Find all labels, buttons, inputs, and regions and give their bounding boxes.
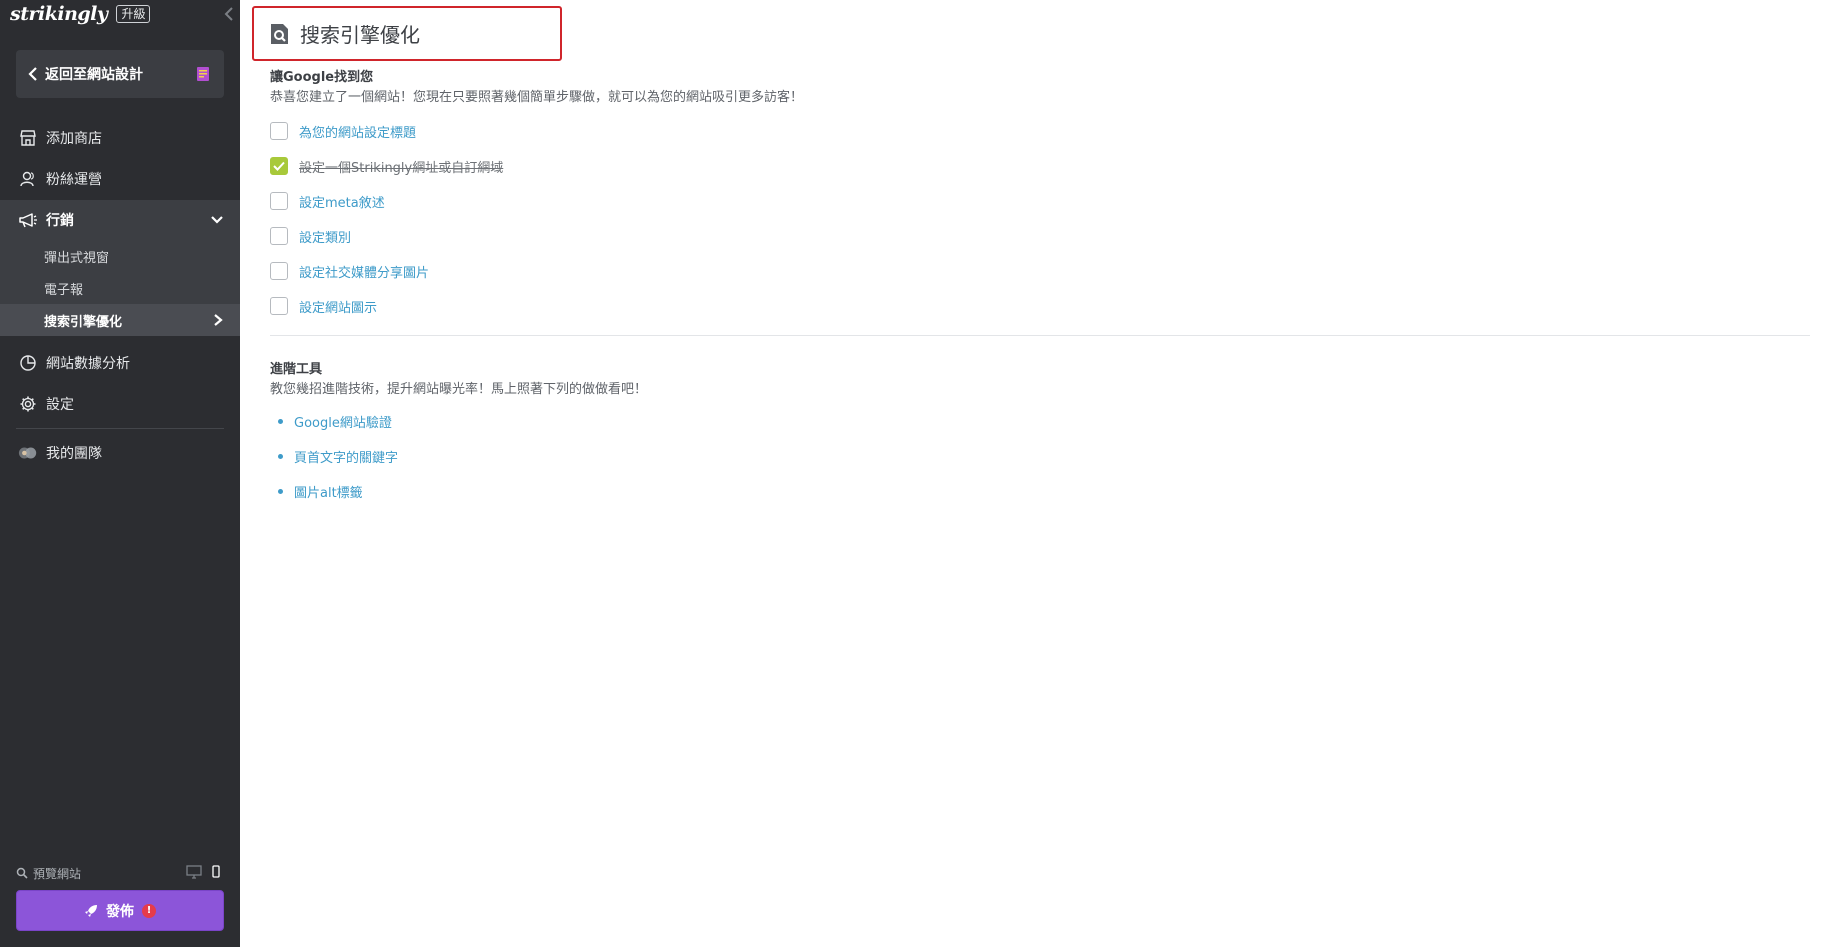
sidebar-item-label: 網站數據分析 — [46, 356, 130, 372]
checkmark-icon — [273, 161, 285, 171]
sidebar-subitem-newsletter[interactable]: 電子報 — [0, 272, 240, 304]
sidebar-divider — [16, 428, 224, 429]
sidebar-item-team[interactable]: 我的團隊 — [0, 433, 240, 473]
sidebar-item-label: 粉絲運營 — [46, 172, 102, 188]
checkbox[interactable] — [270, 262, 288, 280]
sidebar-item-store[interactable]: 添加商店 — [0, 118, 240, 158]
sidebar-subitem-popup[interactable]: 彈出式視窗 — [0, 240, 240, 272]
chevron-left-icon — [28, 67, 37, 81]
sidebar-subitem-seo[interactable]: 搜索引擎優化 — [0, 304, 240, 336]
checkbox-checked[interactable] — [270, 157, 288, 175]
checklist-link[interactable]: 為您的網站設定標題 — [299, 122, 416, 141]
desktop-icon[interactable] — [186, 865, 202, 879]
checkbox[interactable] — [270, 192, 288, 210]
seo-section-desc: 恭喜您建立了一個網站！您現在只要照著幾個簡單步驟做，就可以為您的網站吸引更多訪客… — [270, 90, 804, 105]
preview-site[interactable]: 預覽網站 — [16, 864, 224, 882]
rocket-icon — [85, 904, 97, 917]
publish-button[interactable]: 發佈 ! — [16, 890, 224, 931]
pages-icon[interactable] — [196, 66, 210, 82]
sidebar-item-analytics[interactable]: 網站數據分析 — [0, 343, 240, 383]
advanced-link[interactable]: 圖片alt標籤 — [294, 482, 363, 501]
advanced-link[interactable]: 頁首文字的關鍵字 — [294, 447, 398, 466]
bullet-icon — [278, 418, 283, 424]
sidebar-subitem-label: 電子報 — [44, 282, 84, 298]
sidebar-item-label: 添加商店 — [46, 131, 102, 147]
strikingly-logo[interactable]: strikingly — [10, 3, 108, 25]
checkbox[interactable] — [270, 227, 288, 245]
bullet-icon — [278, 488, 283, 494]
advanced-link-item[interactable]: 頁首文字的關鍵字 — [278, 447, 398, 466]
checklist-label-done: 設定一個Strikingly網址或自訂網域 — [299, 160, 504, 176]
main-content: 搜索引擎優化 讓Google找到您 恭喜您建立了一個網站！您現在只要照著幾個簡單… — [240, 0, 1844, 947]
gear-icon — [18, 394, 38, 414]
pie-chart-icon — [18, 353, 38, 373]
checkbox[interactable] — [270, 122, 288, 140]
sidebar-subitem-label: 彈出式視窗 — [44, 250, 110, 266]
brand: strikingly 升級 — [10, 2, 151, 26]
publish-alert-icon: ! — [142, 903, 156, 918]
section-divider — [270, 335, 1810, 336]
upgrade-badge[interactable]: 升級 — [116, 5, 151, 23]
checklist-link[interactable]: 設定類別 — [299, 227, 351, 246]
checklist-item[interactable]: 設定類別 — [270, 226, 351, 246]
sidebar-item-fans[interactable]: 粉絲運營 — [0, 159, 240, 199]
search-page-icon — [271, 23, 288, 44]
sidebar-subitem-label: 搜索引擎優化 — [44, 314, 123, 330]
seo-section-title: 讓Google找到您 — [270, 70, 374, 85]
mobile-icon[interactable] — [212, 865, 220, 879]
megaphone-icon — [18, 210, 38, 230]
back-to-site-editor-button[interactable]: 返回至網站設計 — [16, 50, 224, 98]
sidebar-item-label: 我的團隊 — [46, 446, 102, 462]
search-icon — [16, 867, 28, 879]
checklist-item[interactable]: 設定meta敘述 — [270, 191, 385, 211]
publish-label: 發佈 — [106, 903, 134, 920]
back-button-label: 返回至網站設計 — [45, 67, 143, 83]
advanced-link-item[interactable]: Google網站驗證 — [278, 412, 392, 431]
preview-site-label: 預覽網站 — [33, 866, 82, 881]
sidebar-item-marketing[interactable]: 行銷 — [0, 200, 240, 240]
advanced-tools-desc: 教您幾招進階技術，提升網站曝光率！馬上照著下列的做做看吧！ — [270, 382, 648, 397]
checklist-item[interactable]: 設定網站圖示 — [270, 296, 377, 316]
checklist-link[interactable]: 設定社交媒體分享圖片 — [299, 262, 429, 281]
page-title: 搜索引擎優化 — [300, 23, 420, 47]
marketing-submenu: 彈出式視窗 電子報 搜索引擎優化 — [0, 240, 240, 336]
team-icon — [18, 443, 38, 463]
checklist-item[interactable]: 設定社交媒體分享圖片 — [270, 261, 429, 281]
checklist-link[interactable]: 設定meta敘述 — [299, 192, 385, 211]
advanced-link[interactable]: Google網站驗證 — [294, 412, 392, 431]
page-header: 搜索引擎優化 — [252, 6, 562, 61]
sidebar: strikingly 升級 返回至網站設計 添加商店 粉絲運營 行銷 彈出式視窗… — [0, 0, 240, 947]
advanced-tools-title: 進階工具 — [270, 362, 323, 377]
users-icon — [18, 169, 38, 189]
sidebar-item-settings[interactable]: 設定 — [0, 384, 240, 424]
store-icon — [18, 128, 38, 148]
checklist-item[interactable]: 為您的網站設定標題 — [270, 121, 416, 141]
chevron-down-icon — [211, 216, 223, 224]
advanced-link-item[interactable]: 圖片alt標籤 — [278, 482, 363, 501]
chevron-right-icon — [214, 314, 223, 326]
bullet-icon — [278, 453, 283, 459]
checklist-link[interactable]: 設定網站圖示 — [299, 297, 377, 316]
collapse-sidebar-icon[interactable] — [222, 5, 236, 23]
checklist-item[interactable]: 設定一個Strikingly網址或自訂網域 — [270, 156, 503, 176]
sidebar-item-label: 設定 — [46, 397, 74, 413]
checkbox[interactable] — [270, 297, 288, 315]
sidebar-item-label: 行銷 — [46, 213, 74, 229]
